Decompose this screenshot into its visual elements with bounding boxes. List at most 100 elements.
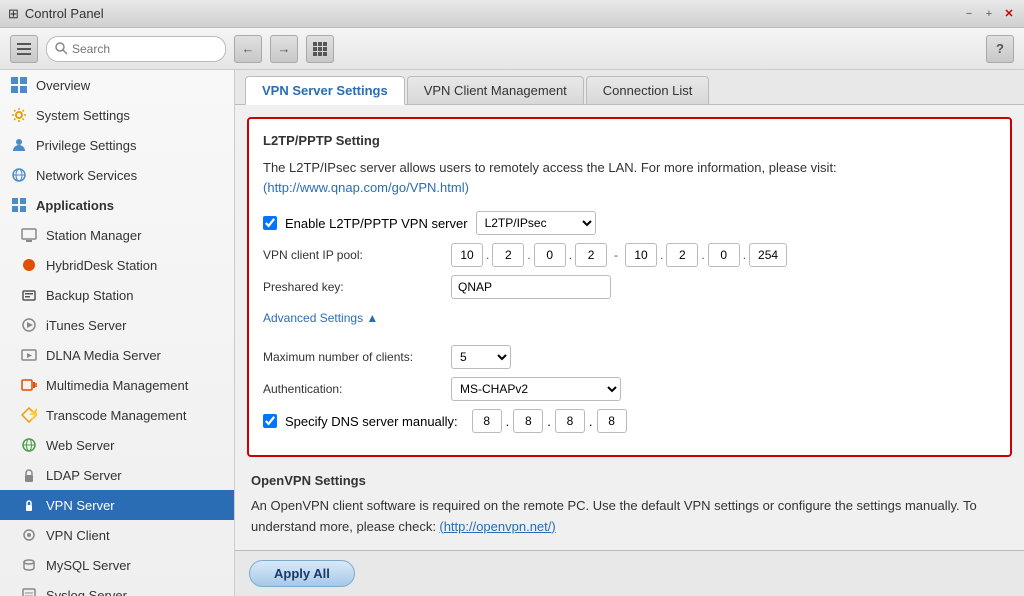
max-clients-row: Maximum number of clients: 5 10 20 — [263, 345, 996, 369]
overview-icon — [10, 76, 28, 94]
sidebar-item-web-server[interactable]: Web Server — [0, 430, 234, 460]
sidebar-item-itunes-server[interactable]: iTunes Server — [0, 310, 234, 340]
ip-part-4[interactable] — [575, 243, 607, 267]
apply-all-button[interactable]: Apply All — [249, 560, 355, 587]
dns-part-2[interactable] — [513, 409, 543, 433]
tab-vpn-client-management[interactable]: VPN Client Management — [407, 76, 584, 104]
search-icon — [55, 42, 68, 55]
close-button[interactable]: ✕ — [1002, 7, 1016, 21]
transcode-icon: ⚡ — [20, 406, 38, 424]
vpn-server-icon — [20, 496, 38, 514]
sidebar: Overview System Settings Privilege Setti… — [0, 70, 235, 596]
sidebar-item-privilege-settings[interactable]: Privilege Settings — [0, 130, 234, 160]
sidebar-item-multimedia-management[interactable]: Multimedia Management — [0, 370, 234, 400]
title-bar-icon: ⊞ — [8, 6, 19, 22]
applications-icon — [10, 196, 28, 214]
advanced-settings-link[interactable]: Advanced Settings ▲ — [263, 311, 378, 325]
minimize-button[interactable]: − — [962, 7, 976, 21]
sidebar-label-applications: Applications — [36, 198, 114, 213]
backup-station-icon — [20, 286, 38, 304]
itunes-server-icon — [20, 316, 38, 334]
preshared-key-label: Preshared key: — [263, 280, 443, 294]
toolbar: ← → ? — [0, 28, 1024, 70]
sidebar-item-ldap-server[interactable]: LDAP Server — [0, 460, 234, 490]
syslog-icon — [20, 586, 38, 596]
ldap-icon — [20, 466, 38, 484]
sidebar-label-system-settings: System Settings — [36, 108, 130, 123]
advanced-settings-row: Advanced Settings ▲ — [263, 307, 996, 335]
auth-label: Authentication: — [263, 382, 443, 396]
sidebar-label-hybriddesk-station: HybridDesk Station — [46, 258, 157, 273]
search-input[interactable] — [72, 42, 202, 56]
dns-part-3[interactable] — [555, 409, 585, 433]
sidebar-item-syslog-server[interactable]: Syslog Server — [0, 580, 234, 596]
sidebar-item-hybriddesk-station[interactable]: HybridDesk Station — [0, 250, 234, 280]
svg-text:⚡: ⚡ — [27, 407, 37, 422]
openvpn-link[interactable]: (http://openvpn.net/) — [439, 519, 555, 534]
mysql-icon — [20, 556, 38, 574]
enable-vpn-row: Enable L2TP/PPTP VPN server L2TP/IPsec P… — [263, 211, 996, 235]
sidebar-item-transcode-management[interactable]: ⚡ Transcode Management — [0, 400, 234, 430]
dlna-icon — [20, 346, 38, 364]
l2tp-settings-box: L2TP/PPTP Setting The L2TP/IPsec server … — [247, 117, 1012, 457]
sidebar-label-vpn-client: VPN Client — [46, 528, 110, 543]
sidebar-item-overview[interactable]: Overview — [0, 70, 234, 100]
tab-vpn-server-settings[interactable]: VPN Server Settings — [245, 76, 405, 105]
ip-part-2[interactable] — [492, 243, 524, 267]
sidebar-label-backup-station: Backup Station — [46, 288, 133, 303]
sidebar-item-network-services[interactable]: Network Services — [0, 160, 234, 190]
enable-vpn-checkbox[interactable] — [263, 216, 277, 230]
sidebar-toggle-button[interactable] — [10, 35, 38, 63]
multimedia-icon — [20, 376, 38, 394]
sidebar-item-applications[interactable]: Applications — [0, 190, 234, 220]
sidebar-item-dlna-media-server[interactable]: DLNA Media Server — [0, 340, 234, 370]
network-services-icon — [10, 166, 28, 184]
apps-button[interactable] — [306, 35, 334, 63]
dns-part-4[interactable] — [597, 409, 627, 433]
max-clients-label: Maximum number of clients: — [263, 350, 443, 364]
sidebar-item-backup-station[interactable]: Backup Station — [0, 280, 234, 310]
sidebar-label-dlna-media-server: DLNA Media Server — [46, 348, 161, 363]
sidebar-label-privilege-settings: Privilege Settings — [36, 138, 136, 153]
ip-part-3[interactable] — [534, 243, 566, 267]
sidebar-item-mysql-server[interactable]: MySQL Server — [0, 550, 234, 580]
openvpn-section: OpenVPN Settings An OpenVPN client softw… — [247, 473, 1012, 538]
ip-end-2[interactable] — [666, 243, 698, 267]
ip-pool-row: VPN client IP pool: . . . - . . — [263, 243, 996, 267]
ip-end-1[interactable] — [625, 243, 657, 267]
l2tp-info-text: The L2TP/IPsec server allows users to re… — [263, 158, 996, 197]
sidebar-label-network-services: Network Services — [36, 168, 137, 183]
ip-end-3[interactable] — [708, 243, 740, 267]
sidebar-item-station-manager[interactable]: Station Manager — [0, 220, 234, 250]
preshared-key-row: Preshared key: — [263, 275, 996, 299]
preshared-key-input[interactable] — [451, 275, 611, 299]
ip-part-1[interactable] — [451, 243, 483, 267]
max-clients-select[interactable]: 5 10 20 — [451, 345, 511, 369]
title-bar: ⊞ Control Panel − + ✕ — [0, 0, 1024, 28]
ip-end-4[interactable] — [749, 243, 787, 267]
sidebar-item-vpn-server[interactable]: VPN Server — [0, 490, 234, 520]
content-area: VPN Server Settings VPN Client Managemen… — [235, 70, 1024, 596]
openvpn-info-text: An OpenVPN client software is required o… — [251, 496, 1008, 538]
station-manager-icon — [20, 226, 38, 244]
title-bar-title: Control Panel — [25, 6, 104, 21]
help-button[interactable]: ? — [986, 35, 1014, 63]
sidebar-label-vpn-server: VPN Server — [46, 498, 115, 513]
sidebar-label-station-manager: Station Manager — [46, 228, 141, 243]
sidebar-label-itunes-server: iTunes Server — [46, 318, 126, 333]
dns-checkbox[interactable] — [263, 414, 277, 428]
auth-select[interactable]: MS-CHAPv2 CHAP PAP — [451, 377, 621, 401]
dns-part-1[interactable] — [472, 409, 502, 433]
back-button[interactable]: ← — [234, 35, 262, 63]
sidebar-item-system-settings[interactable]: System Settings — [0, 100, 234, 130]
tab-connection-list[interactable]: Connection List — [586, 76, 710, 104]
forward-button[interactable]: → — [270, 35, 298, 63]
l2tp-info-link[interactable]: (http://www.qnap.com/go/VPN.html) — [263, 180, 469, 195]
maximize-button[interactable]: + — [982, 7, 996, 21]
sidebar-label-ldap-server: LDAP Server — [46, 468, 122, 483]
sidebar-item-vpn-client[interactable]: VPN Client — [0, 520, 234, 550]
openvpn-title: OpenVPN Settings — [251, 473, 1008, 488]
ip-pool-label: VPN client IP pool: — [263, 248, 443, 262]
protocol-select[interactable]: L2TP/IPsec PPTP — [476, 211, 596, 235]
vpn-client-icon — [20, 526, 38, 544]
